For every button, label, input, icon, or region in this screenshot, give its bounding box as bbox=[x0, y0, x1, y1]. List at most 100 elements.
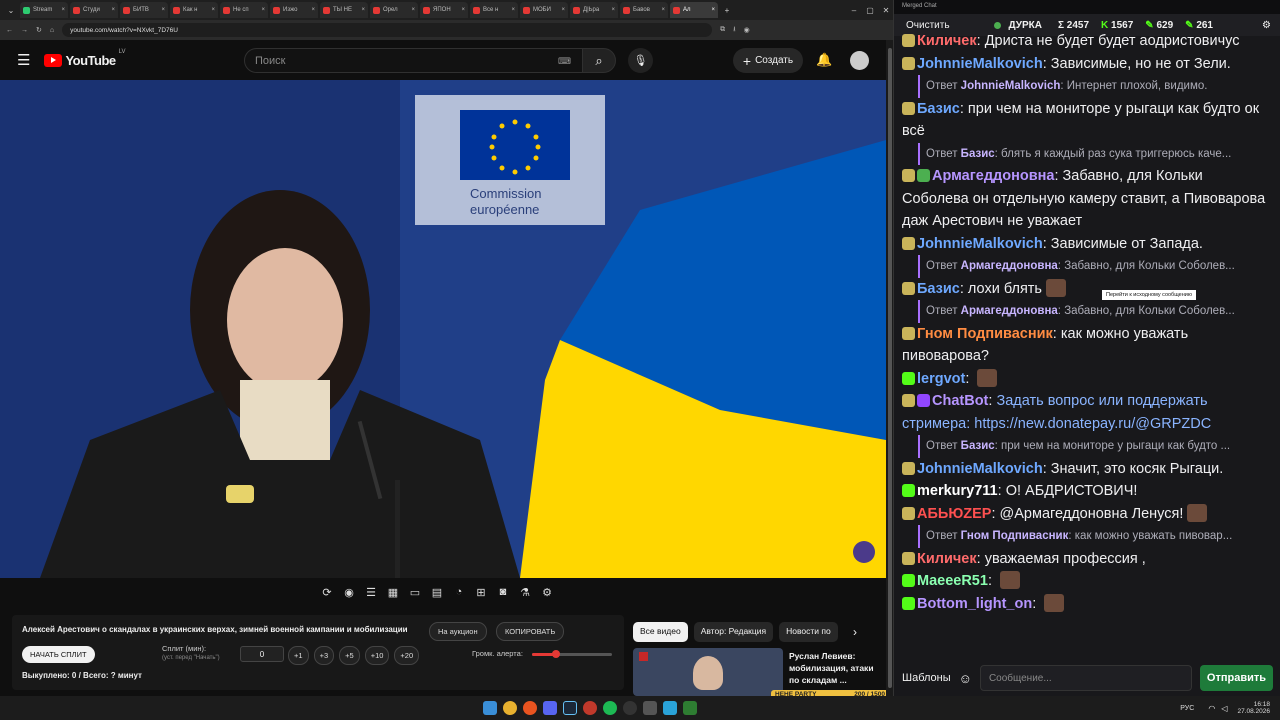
profile-icon[interactable]: ◉ bbox=[744, 26, 750, 34]
filter-chip[interactable]: Все видео bbox=[633, 622, 688, 642]
add-clip-icon[interactable]: ⊞ bbox=[472, 586, 490, 604]
chat-username[interactable]: MaeeeR51 bbox=[917, 573, 988, 589]
clapperboard-icon[interactable]: ▦ bbox=[384, 586, 402, 604]
close-icon[interactable]: ✕ bbox=[879, 6, 893, 15]
reply-username[interactable]: Армагеддоновна bbox=[961, 260, 1058, 272]
browser-tab[interactable]: Stream × bbox=[20, 2, 68, 18]
filter-chip[interactable]: Новости по bbox=[779, 622, 838, 642]
browser-tab[interactable]: Не сп × bbox=[220, 2, 268, 18]
minimize-icon[interactable]: – bbox=[847, 6, 861, 15]
search-input[interactable]: Поиск ⌨ bbox=[244, 48, 584, 73]
youtube-logo[interactable]: YouTube LV bbox=[44, 49, 126, 68]
flask-icon[interactable]: ⚗ bbox=[516, 586, 534, 604]
notifications-icon[interactable]: 🔔 bbox=[816, 52, 832, 68]
chat-reply-context[interactable]: Ответ Армагеддоновна: Забавно, для Кольк… bbox=[918, 300, 1273, 323]
volume-icon[interactable]: ◁ bbox=[1221, 704, 1227, 713]
browser-tab[interactable]: Как н × bbox=[170, 2, 218, 18]
home-icon[interactable]: ⌂ bbox=[50, 27, 54, 34]
new-tab-icon[interactable]: + bbox=[720, 6, 734, 15]
chat-username[interactable]: ChatBot bbox=[932, 393, 988, 409]
tab-close-icon[interactable]: × bbox=[261, 7, 265, 13]
page-scrollbar[interactable] bbox=[886, 40, 893, 696]
copy-button[interactable]: КОПИРОВАТЬ bbox=[496, 622, 565, 641]
browser-tab[interactable]: Все н × bbox=[470, 2, 518, 18]
chat-username[interactable]: Гном Подпивасник bbox=[917, 326, 1053, 342]
language-indicator[interactable]: РУС bbox=[1180, 705, 1194, 712]
keyboard-icon[interactable]: ⌨ bbox=[558, 56, 571, 67]
discord-icon[interactable] bbox=[543, 701, 558, 715]
tab-menu-icon[interactable]: ⌄ bbox=[4, 6, 18, 15]
tab-close-icon[interactable]: × bbox=[161, 7, 165, 13]
browser-icon[interactable] bbox=[523, 701, 538, 715]
chevron-right-icon[interactable]: › bbox=[853, 625, 857, 639]
recommended-video[interactable]: Руслан Левиев: мобилизация, атаки по скл… bbox=[633, 648, 889, 706]
tab-close-icon[interactable]: × bbox=[711, 7, 715, 13]
reply-username[interactable]: Базис bbox=[961, 148, 995, 160]
start-split-button[interactable]: НАЧАТЬ СПЛИТ bbox=[22, 646, 95, 663]
forward-icon[interactable]: → bbox=[21, 27, 28, 34]
browser-tab[interactable]: Изжо × bbox=[270, 2, 318, 18]
browser-tab[interactable]: ЯПОН × bbox=[420, 2, 468, 18]
auction-button[interactable]: На аукцион bbox=[429, 622, 487, 641]
reply-username[interactable]: Гном Подпивасник bbox=[961, 530, 1069, 542]
settings-gear-icon[interactable]: ⚙ bbox=[538, 586, 556, 604]
windows-start-icon[interactable] bbox=[483, 701, 498, 715]
chat-username[interactable]: Базис bbox=[917, 281, 960, 297]
tab-close-icon[interactable]: × bbox=[111, 7, 115, 13]
chrome-icon[interactable] bbox=[503, 701, 518, 715]
tab-close-icon[interactable]: × bbox=[461, 7, 465, 13]
reply-username[interactable]: JohnnieMalkovich bbox=[961, 80, 1061, 92]
screenshot-icon[interactable]: ◙ bbox=[494, 586, 512, 604]
tab-close-icon[interactable]: × bbox=[311, 7, 315, 13]
filter-chip[interactable]: Автор: Редакция bbox=[693, 622, 774, 642]
tab-close-icon[interactable]: × bbox=[561, 7, 565, 13]
voice-search-button[interactable]: 🎙 bbox=[628, 48, 653, 73]
increment-button[interactable]: +5 bbox=[339, 646, 360, 665]
chat-username[interactable]: Киличек bbox=[917, 33, 977, 49]
chat-username[interactable]: Армагеддоновна bbox=[932, 168, 1054, 184]
video-player[interactable]: Commission européenne bbox=[0, 80, 886, 578]
chat-reply-context[interactable]: Ответ Базис: при чем на мониторе у рыгац… bbox=[918, 435, 1273, 458]
chat-username[interactable]: lergvot bbox=[917, 371, 965, 387]
loop-icon[interactable]: ⟳ bbox=[318, 586, 336, 604]
volume-knob[interactable] bbox=[552, 650, 560, 658]
chat-reply-context[interactable]: Ответ Гном Подпивасник: как можно уважат… bbox=[918, 525, 1273, 548]
cinema-mode-icon[interactable]: ▤ bbox=[428, 586, 446, 604]
maximize-icon[interactable]: ▢ bbox=[863, 6, 877, 15]
browser-tab[interactable]: БИТВ × bbox=[120, 2, 168, 18]
extensions-icon[interactable]: ⧉ bbox=[720, 26, 725, 34]
chat-reply-context[interactable]: Ответ JohnnieMalkovich: Интернет плохой,… bbox=[918, 75, 1273, 98]
chat-username[interactable]: АБЬЮZEP bbox=[917, 506, 991, 522]
tab-close-icon[interactable]: × bbox=[361, 7, 365, 13]
clock[interactable]: 16:18 27.08.2026 bbox=[1237, 701, 1270, 715]
chat-username[interactable]: JohnnieMalkovich bbox=[917, 56, 1043, 72]
tab-close-icon[interactable]: × bbox=[661, 7, 665, 13]
scrollbar-thumb[interactable] bbox=[887, 48, 892, 688]
playlist-icon[interactable]: ☰ bbox=[362, 586, 380, 604]
browser-tab[interactable]: МОБИ × bbox=[520, 2, 568, 18]
browser-tab[interactable]: Бавов × bbox=[620, 2, 668, 18]
chat-username[interactable]: JohnnieMalkovich bbox=[917, 461, 1043, 477]
chat-username[interactable]: JohnnieMalkovich bbox=[917, 236, 1043, 252]
browser-tab[interactable]: Д|Ьра × bbox=[570, 2, 618, 18]
browser-tab[interactable]: Ал × bbox=[670, 2, 718, 18]
increment-button[interactable]: +1 bbox=[288, 646, 309, 665]
download-icon[interactable]: ⭳ bbox=[733, 25, 735, 36]
app-icon[interactable] bbox=[643, 701, 658, 715]
speed-icon[interactable]: ◔ bbox=[450, 586, 468, 604]
tab-close-icon[interactable]: × bbox=[511, 7, 515, 13]
chat-username[interactable]: merkury711 bbox=[917, 483, 998, 499]
create-button[interactable]: + Создать bbox=[733, 48, 803, 73]
chat-username[interactable]: Киличек bbox=[917, 551, 977, 567]
tab-close-icon[interactable]: × bbox=[211, 7, 215, 13]
chat-reply-context[interactable]: Ответ Армагеддоновна: Забавно, для Кольк… bbox=[918, 255, 1273, 278]
obs-icon[interactable] bbox=[623, 701, 638, 715]
templates-button[interactable]: Шаблоны bbox=[902, 672, 951, 684]
search-button[interactable]: ⌕ bbox=[582, 48, 616, 73]
back-icon[interactable]: ← bbox=[6, 27, 13, 34]
emoji-icon[interactable]: ☺ bbox=[959, 671, 972, 686]
chat-reply-context[interactable]: Ответ Базис: блять я каждый раз сука три… bbox=[918, 142, 1273, 165]
wifi-icon[interactable]: ◠ bbox=[1208, 704, 1215, 713]
menu-icon[interactable]: ☰ bbox=[17, 51, 30, 69]
telegram-icon[interactable] bbox=[663, 701, 678, 715]
